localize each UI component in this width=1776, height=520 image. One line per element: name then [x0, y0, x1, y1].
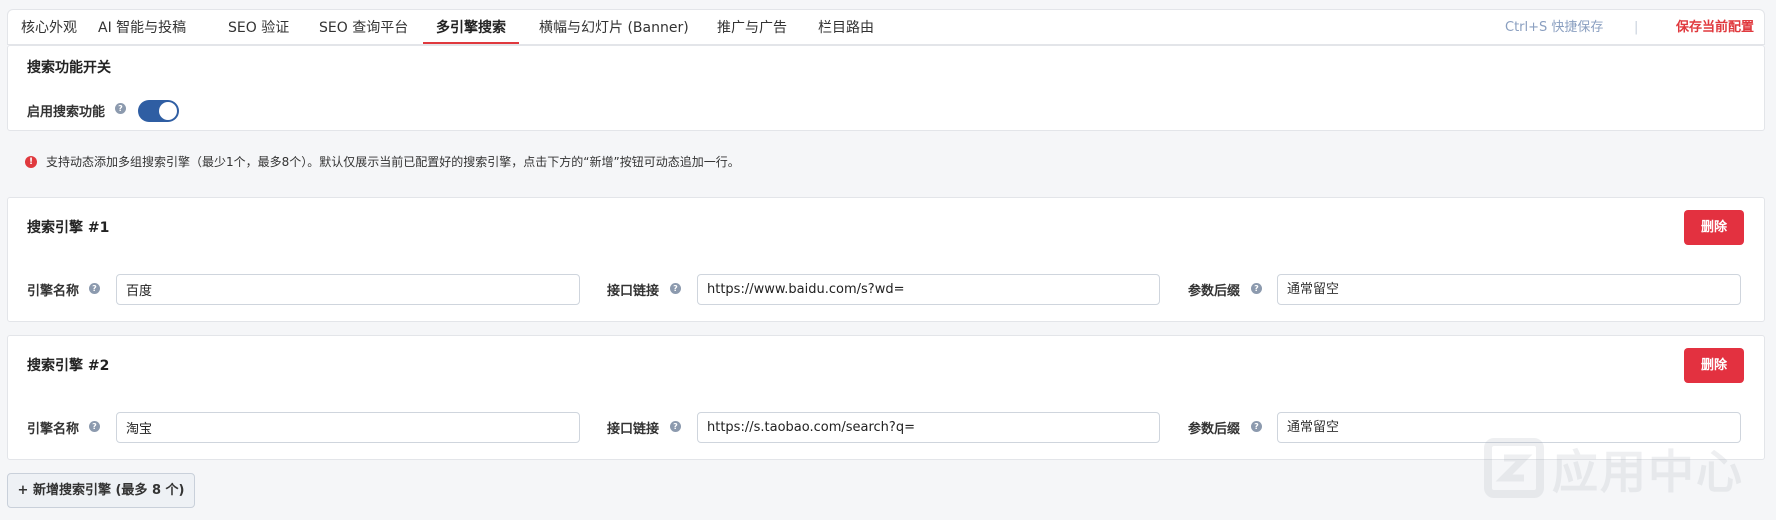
tab-multi-engine-search[interactable]: 多引擎搜索: [436, 10, 506, 46]
engine-url-input[interactable]: [697, 412, 1160, 443]
tab-promotion-ads[interactable]: 推广与广告: [717, 10, 787, 46]
engine-name-input[interactable]: [116, 274, 580, 305]
enable-search-label: 启用搜索功能: [27, 105, 106, 120]
help-icon: ?: [89, 421, 100, 432]
watermark-logo-icon: [1484, 438, 1544, 498]
tab-seo-platform[interactable]: SEO 查询平台: [319, 10, 408, 46]
help-icon: ?: [89, 283, 100, 294]
engine-url-label: 接口链接: [607, 422, 660, 437]
engine-suffix-label: 参数后缀: [1188, 422, 1241, 437]
enable-search-toggle[interactable]: [138, 100, 179, 122]
search-switch-title: 搜索功能开关: [27, 60, 111, 76]
tab-core-appearance[interactable]: 核心外观: [21, 10, 77, 46]
engine-name-input[interactable]: [116, 412, 580, 443]
engine-title: 搜索引擎 #1: [27, 220, 110, 236]
tab-seo-verify[interactable]: SEO 验证: [228, 10, 289, 46]
tab-ai-submission[interactable]: AI 智能与投稿: [98, 10, 186, 46]
header-separator: |: [1634, 20, 1639, 35]
top-tab-bar: 核心外观 AI 智能与投稿 SEO 验证 SEO 查询平台 多引擎搜索 横幅与幻…: [7, 9, 1765, 45]
save-config-button[interactable]: 保存当前配置: [1676, 10, 1754, 46]
shortcut-hint: Ctrl+S 快捷保存: [1505, 20, 1604, 35]
notice-text: 支持动态添加多组搜索引擎（最少1个，最多8个）。默认仅展示当前已配置好的搜索引擎…: [46, 155, 740, 169]
engine-name-label: 引擎名称: [27, 284, 80, 299]
search-switch-panel: [7, 45, 1765, 131]
active-tab-indicator: [423, 42, 519, 44]
watermark-text: 应用中心: [1552, 445, 1744, 499]
engine-name-label: 引擎名称: [27, 422, 80, 437]
tab-column-routing[interactable]: 栏目路由: [818, 10, 874, 46]
add-engine-button[interactable]: + 新增搜索引擎 (最多 8 个): [7, 473, 195, 508]
engine-url-input[interactable]: [697, 274, 1160, 305]
help-icon: ?: [670, 283, 681, 294]
engine-url-label: 接口链接: [607, 284, 660, 299]
help-icon: ?: [1251, 283, 1262, 294]
tab-banner-slides[interactable]: 横幅与幻灯片 (Banner): [539, 10, 689, 46]
help-icon: ?: [670, 421, 681, 432]
engine-title: 搜索引擎 #2: [27, 358, 110, 374]
toggle-knob: [159, 102, 177, 120]
alert-icon: !: [25, 156, 37, 168]
delete-engine-button[interactable]: 删除: [1684, 210, 1744, 245]
delete-engine-button[interactable]: 删除: [1684, 348, 1744, 383]
help-icon: ?: [1251, 421, 1262, 432]
engine-suffix-label: 参数后缀: [1188, 284, 1241, 299]
engine-suffix-input[interactable]: [1277, 274, 1741, 305]
watermark: 应用中心: [1480, 430, 1770, 510]
help-icon: ?: [115, 103, 126, 114]
